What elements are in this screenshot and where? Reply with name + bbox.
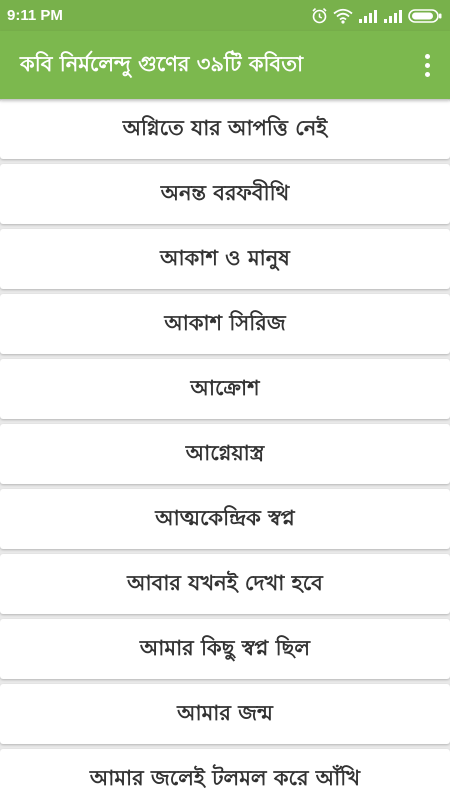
- poem-item[interactable]: আমার জলেই টলমল করে আঁখি: [0, 749, 450, 800]
- poem-item[interactable]: অগ্নিতে যার আপত্তি নেই: [0, 99, 450, 159]
- battery-icon: [408, 8, 442, 23]
- alarm-icon: [311, 7, 328, 24]
- poem-item[interactable]: আক্রোশ: [0, 359, 450, 419]
- app-title: কবি নির্মলেন্দু গুণের ৩৯টি কবিতা: [20, 51, 304, 76]
- status-bar: 9:11 PM: [0, 0, 450, 31]
- poem-list: অগ্নিতে যার আপত্তি নেই অনন্ত বরফবীথি আকা…: [0, 99, 450, 800]
- poem-item[interactable]: আগ্নেয়াস্ত্র: [0, 424, 450, 484]
- wifi-icon: [333, 8, 353, 24]
- status-time: 9:11 PM: [7, 7, 63, 24]
- app-bar: কবি নির্মলেন্দু গুণের ৩৯টি কবিতা: [0, 31, 450, 99]
- signal-icon: [383, 9, 403, 23]
- poem-item[interactable]: আমার জন্ম: [0, 684, 450, 744]
- poem-item[interactable]: অনন্ত বরফবীথি: [0, 164, 450, 224]
- status-icons: [311, 7, 442, 24]
- poem-item[interactable]: আত্মকেন্দ্রিক স্বপ্ন: [0, 489, 450, 549]
- poem-item[interactable]: আকাশ সিরিজ: [0, 294, 450, 354]
- poem-item[interactable]: আকাশ ও মানুষ: [0, 229, 450, 289]
- overflow-menu-icon[interactable]: [420, 51, 434, 79]
- signal-icon: [358, 9, 378, 23]
- poem-item[interactable]: আবার যখনই দেখা হবে: [0, 554, 450, 614]
- poem-item[interactable]: আমার কিছু স্বপ্ন ছিল: [0, 619, 450, 679]
